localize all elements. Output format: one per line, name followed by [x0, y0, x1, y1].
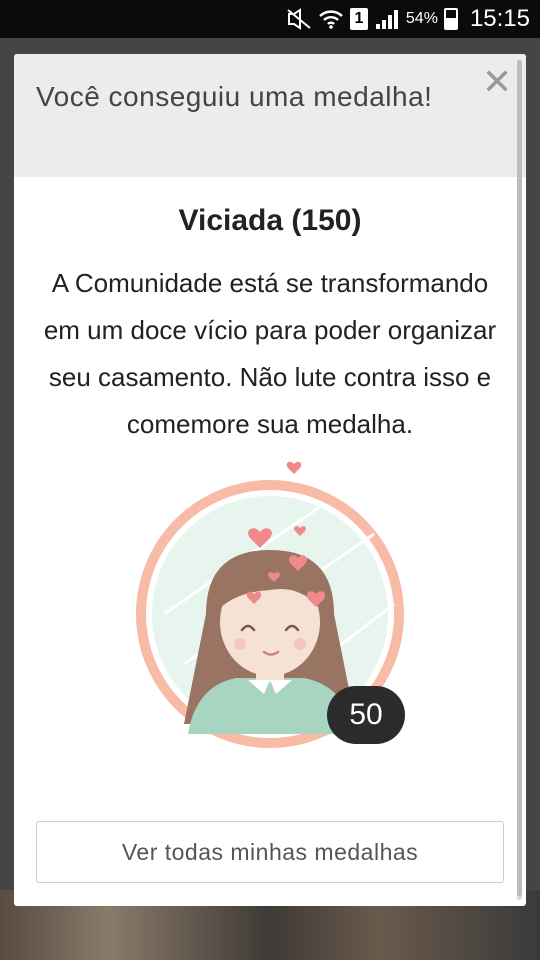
close-icon[interactable]: ✕ [482, 64, 512, 100]
signal-icon [375, 10, 398, 29]
sim-icon: 1 [349, 8, 368, 30]
modal-title: Você conseguiu uma medalha! [36, 81, 433, 112]
medal-name: Viciada (150) [178, 204, 362, 237]
status-bar: 1 54% 15:15 [0, 0, 540, 38]
medal-count-badge: 50 [327, 686, 405, 744]
mute-icon [287, 8, 311, 30]
scrollbar-thumb[interactable] [517, 60, 522, 896]
view-all-medals-button[interactable]: Ver todas minhas medalhas [36, 821, 504, 883]
clock: 15:15 [469, 5, 530, 32]
medal-modal: Você conseguiu uma medalha! ✕ Viciada (1… [14, 54, 526, 906]
medal-description: A Comunidade está se transformando em um… [43, 268, 497, 439]
wifi-icon [319, 10, 343, 29]
modal-header: Você conseguiu uma medalha! ✕ [14, 54, 526, 177]
battery-icon [443, 8, 458, 30]
battery-percent: 54% [405, 10, 438, 27]
